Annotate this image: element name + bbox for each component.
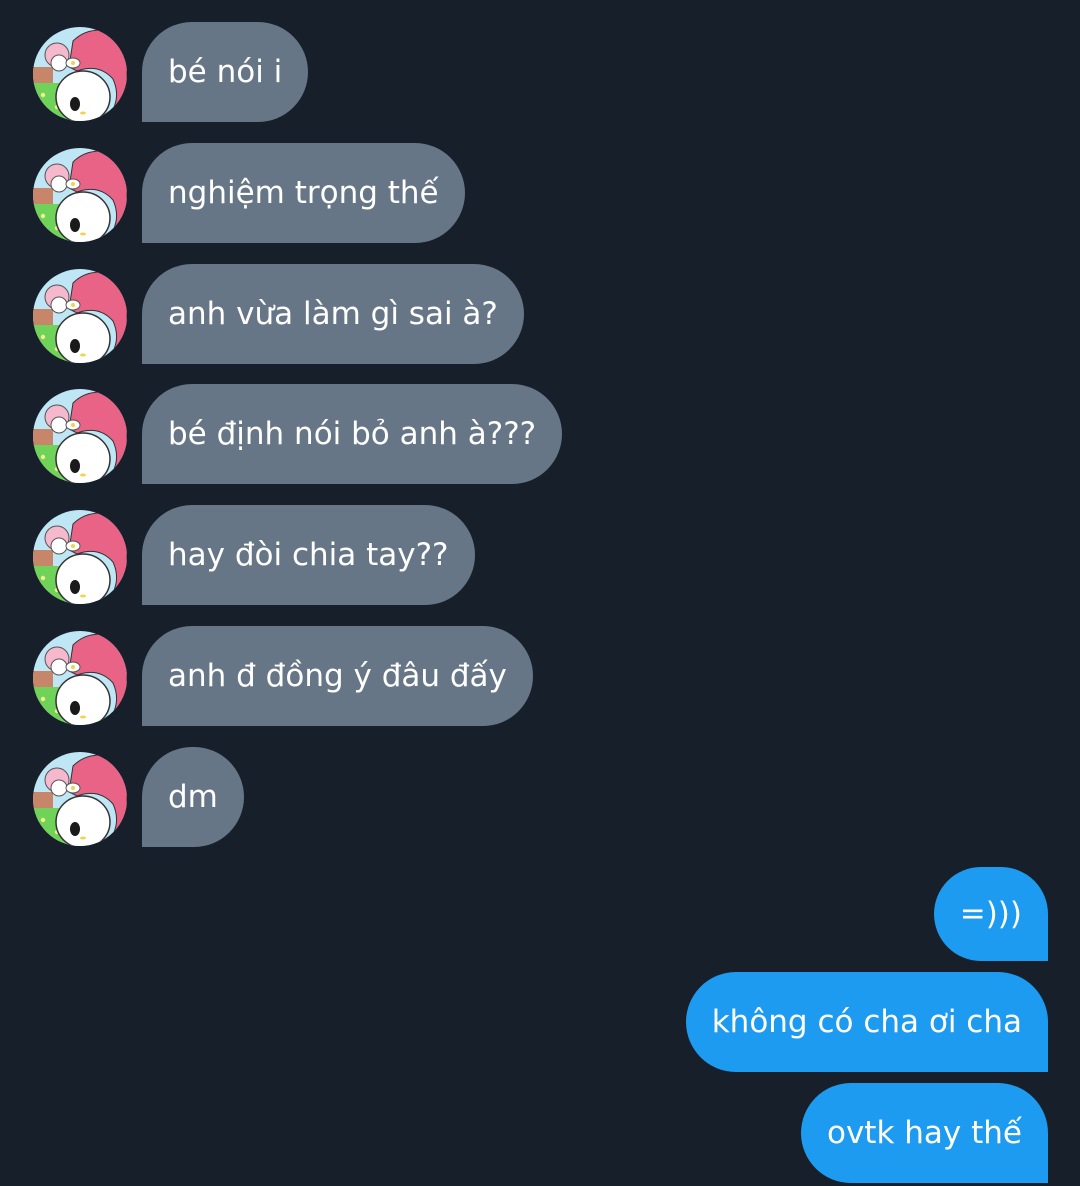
- my-melody-avatar-icon: [33, 631, 127, 725]
- my-melody-avatar-icon: [33, 269, 127, 363]
- message-text: ovtk hay thế: [827, 1115, 1022, 1151]
- message-text: anh đ đồng ý đâu đấy: [168, 658, 507, 694]
- avatar[interactable]: [33, 27, 127, 121]
- my-melody-avatar-icon: [33, 389, 127, 483]
- avatar[interactable]: [33, 269, 127, 363]
- message-text: bé nói i: [168, 54, 283, 90]
- message-bubble-incoming[interactable]: hay đòi chia tay??: [142, 505, 475, 605]
- avatar[interactable]: [33, 631, 127, 725]
- message-bubble-outgoing[interactable]: không có cha ơi cha: [685, 972, 1048, 1072]
- message-bubble-outgoing[interactable]: =))): [933, 867, 1048, 961]
- avatar[interactable]: [33, 389, 127, 483]
- message-bubble-incoming[interactable]: bé định nói bỏ anh à???: [142, 384, 563, 484]
- message-text: không có cha ơi cha: [711, 1004, 1022, 1040]
- message-text: bé định nói bỏ anh à???: [168, 416, 537, 452]
- message-bubble-outgoing[interactable]: ovtk hay thế: [801, 1083, 1048, 1183]
- message-text: dm: [168, 779, 218, 815]
- message-bubble-incoming[interactable]: bé nói i: [142, 22, 309, 122]
- message-bubble-incoming[interactable]: anh đ đồng ý đâu đấy: [142, 626, 533, 726]
- message-bubble-incoming[interactable]: anh vừa làm gì sai à?: [142, 264, 524, 364]
- message-bubble-incoming[interactable]: nghiệm trọng thế: [142, 143, 465, 243]
- my-melody-avatar-icon: [33, 27, 127, 121]
- avatar[interactable]: [33, 148, 127, 242]
- message-text: =))): [959, 896, 1022, 932]
- my-melody-avatar-icon: [33, 752, 127, 846]
- my-melody-avatar-icon: [33, 148, 127, 242]
- my-melody-avatar-icon: [33, 510, 127, 604]
- avatar[interactable]: [33, 510, 127, 604]
- message-text: hay đòi chia tay??: [168, 537, 449, 573]
- message-text: anh vừa làm gì sai à?: [168, 296, 498, 332]
- avatar[interactable]: [33, 752, 127, 846]
- message-text: nghiệm trọng thế: [168, 175, 439, 211]
- message-bubble-incoming[interactable]: dm: [142, 747, 244, 847]
